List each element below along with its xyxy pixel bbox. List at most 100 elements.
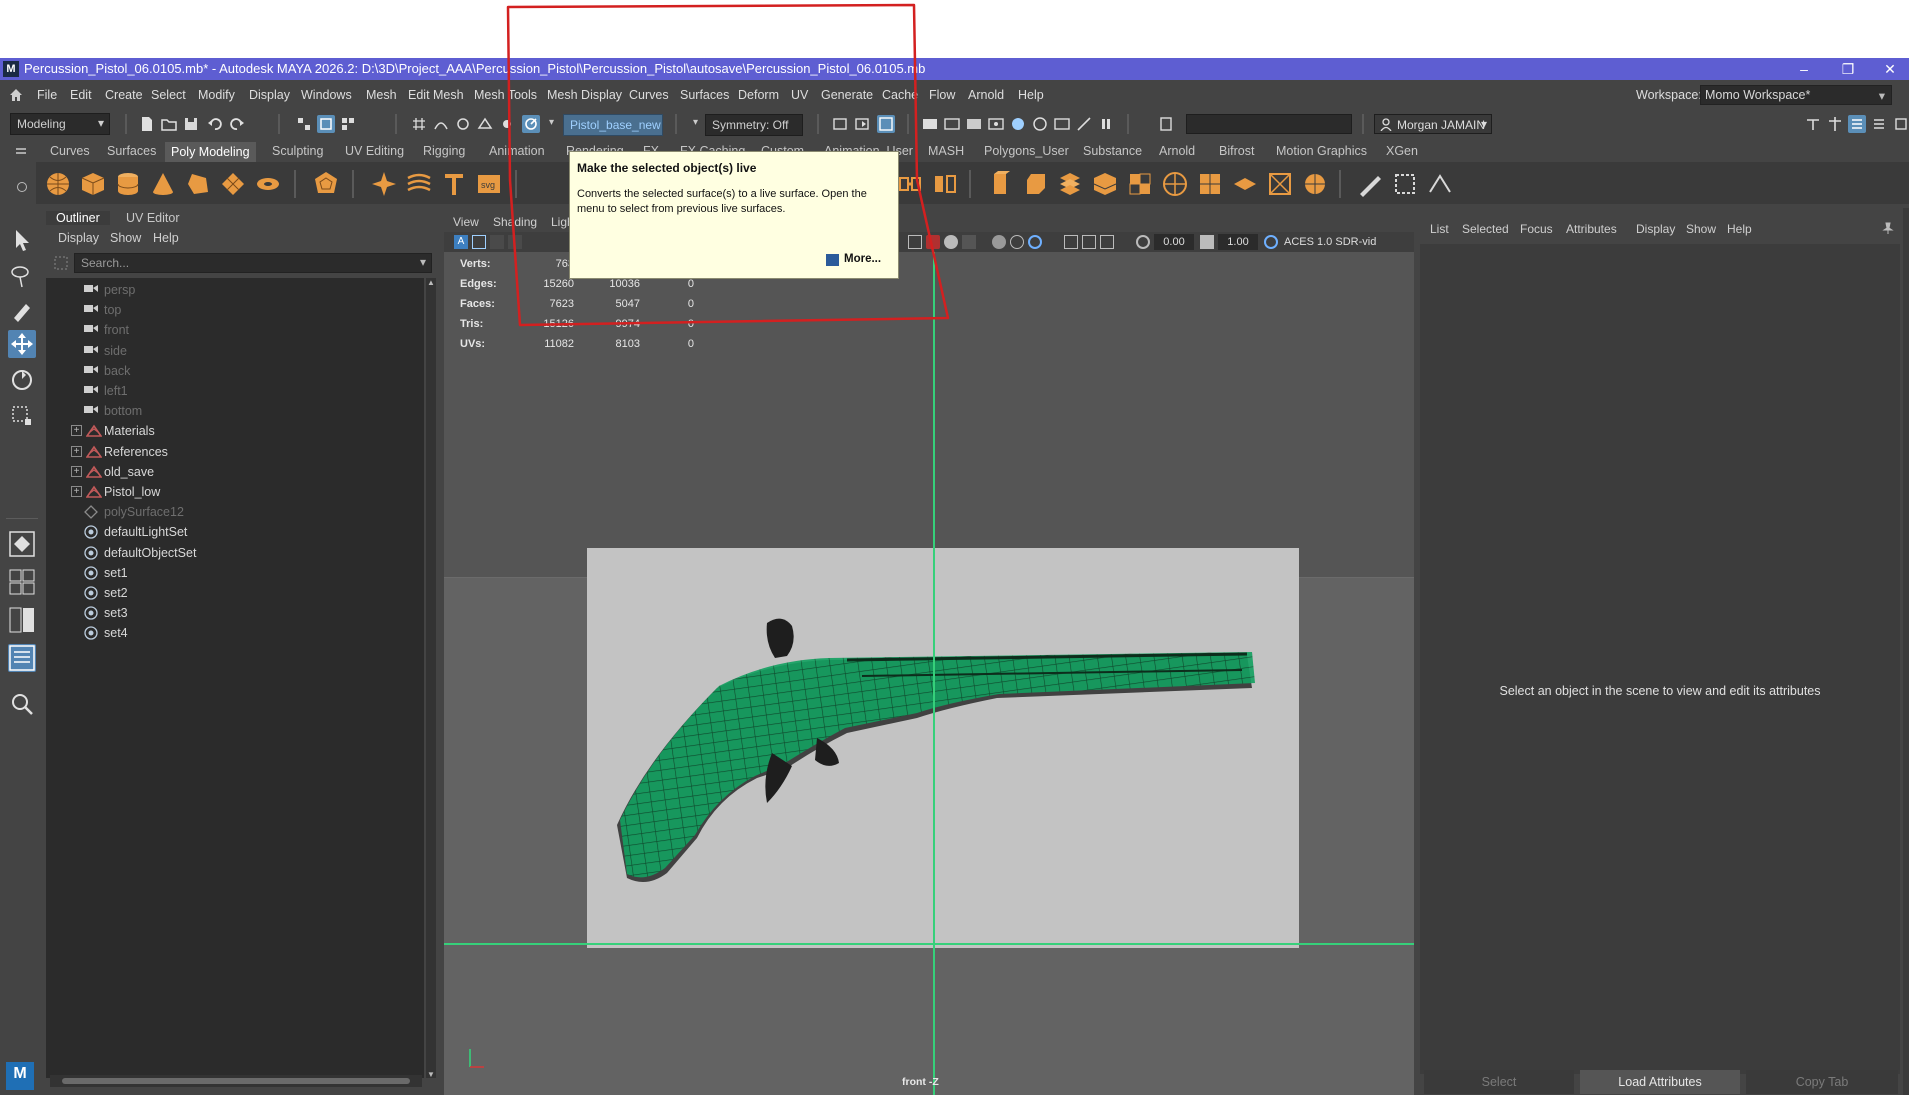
menu-modify[interactable]: Modify — [198, 88, 235, 102]
render-sequence-icon[interactable] — [1053, 115, 1071, 133]
multi-cut-icon[interactable] — [1056, 170, 1084, 198]
new-scene-icon[interactable] — [138, 115, 156, 133]
menu-select[interactable]: Select — [151, 88, 186, 102]
open-scene-icon[interactable] — [160, 115, 178, 133]
append-polygon-icon[interactable] — [1231, 170, 1259, 198]
extrude-icon[interactable] — [986, 170, 1014, 198]
tool-settings-toggle-icon[interactable] — [1892, 115, 1909, 133]
gamma-field[interactable]: 1.00 — [1218, 234, 1258, 250]
tab-outliner[interactable]: Outliner — [46, 211, 110, 225]
tooltip-more-link[interactable]: More... — [844, 253, 881, 265]
scale-tool-icon[interactable] — [8, 402, 36, 430]
search-icon[interactable] — [8, 690, 36, 718]
shelf-tab-animation[interactable]: Animation — [489, 144, 545, 158]
shelf-tab-uv-editing[interactable]: UV Editing — [345, 144, 404, 158]
lasso-tool-icon[interactable] — [8, 262, 36, 290]
scroll-up-icon[interactable]: ▲ — [427, 278, 435, 287]
make-live-icon[interactable] — [522, 115, 540, 133]
user-account-button[interactable]: Morgan JAMAIN ▾ — [1374, 114, 1492, 134]
ambient-occlusion-icon[interactable] — [992, 235, 1006, 249]
outliner-menu-help[interactable]: Help — [153, 231, 179, 245]
attr-menu-attributes[interactable]: Attributes — [1566, 222, 1617, 236]
poke-face-icon[interactable] — [1266, 170, 1294, 198]
bookmark-icon[interactable] — [490, 235, 504, 249]
platonic-solid-icon[interactable] — [312, 170, 340, 198]
attribute-editor-toggle-icon[interactable] — [1848, 115, 1866, 133]
attr-menu-selected[interactable]: Selected — [1462, 222, 1509, 236]
gamma-icon[interactable] — [1200, 235, 1214, 249]
outliner-item[interactable]: left1 — [46, 381, 416, 401]
menu-display[interactable]: Display — [249, 88, 290, 102]
menu-uv[interactable]: UV — [791, 88, 808, 102]
live-object-field[interactable]: Pistol_base_new — [563, 114, 663, 136]
outliner-menu-display[interactable]: Display — [58, 231, 99, 245]
outliner-item[interactable]: defaultObjectSet — [46, 543, 416, 563]
mirror-icon[interactable] — [931, 170, 959, 198]
menu-edit-mesh[interactable]: Edit Mesh — [408, 88, 464, 102]
snap-surface-icon[interactable] — [498, 115, 516, 133]
attr-menu-list[interactable]: List — [1430, 222, 1449, 236]
shelf-tab-curves[interactable]: Curves — [50, 144, 90, 158]
panel-toggle-icon[interactable] — [1157, 115, 1175, 133]
snap-view-plane-icon[interactable] — [476, 115, 494, 133]
shelf-tab-arnold[interactable]: Arnold — [1159, 144, 1195, 158]
offset-edge-loop-icon[interactable] — [1091, 170, 1119, 198]
outliner-item[interactable]: top — [46, 300, 416, 320]
bevel-icon[interactable] — [1021, 170, 1049, 198]
outliner-item[interactable]: defaultLightSet — [46, 522, 416, 542]
outliner-vertical-scrollbar[interactable]: ▲ ▼ — [426, 278, 436, 1079]
outliner-item[interactable]: polySurface12 — [46, 502, 416, 522]
scrollbar-thumb[interactable] — [62, 1078, 410, 1084]
isolate-select-icon[interactable] — [1028, 235, 1042, 249]
menu-surfaces[interactable]: Surfaces — [680, 88, 729, 102]
outliner-item[interactable]: + Materials — [46, 421, 416, 441]
pin-icon[interactable] — [1882, 222, 1894, 234]
channel-box-toggle-icon[interactable] — [1870, 115, 1888, 133]
camera-attributes-icon[interactable]: A — [454, 235, 468, 249]
poly-cone-icon[interactable] — [149, 170, 177, 198]
outliner-item[interactable]: set3 — [46, 603, 416, 623]
menu-mesh-tools[interactable]: Mesh Tools — [474, 88, 537, 102]
poly-cube-icon[interactable] — [79, 170, 107, 198]
snap-point-icon[interactable] — [454, 115, 472, 133]
input-ops-icon[interactable] — [831, 115, 849, 133]
fill-hole-icon[interactable] — [1196, 170, 1224, 198]
shelf-tab-poly-modeling[interactable]: Poly Modeling — [165, 142, 256, 162]
menu-curves[interactable]: Curves — [629, 88, 669, 102]
shelf-tab-sculpting[interactable]: Sculpting — [272, 144, 323, 158]
close-button[interactable]: ✕ — [1870, 59, 1909, 79]
select-component-icon[interactable] — [339, 115, 357, 133]
select-object-icon[interactable] — [317, 115, 335, 133]
gate-mask-icon[interactable] — [1082, 235, 1096, 249]
select-button[interactable]: Select — [1424, 1070, 1574, 1094]
side-tab-strip[interactable] — [1903, 208, 1909, 1095]
shelf-tab-motion-graphics[interactable]: Motion Graphics — [1276, 144, 1367, 158]
expand-icon[interactable]: + — [71, 445, 82, 457]
super-shape-icon[interactable] — [370, 170, 398, 198]
snap-grid-icon[interactable] — [410, 115, 428, 133]
expand-icon[interactable]: + — [71, 465, 82, 477]
color-space-label[interactable]: ACES 1.0 SDR-vid — [1284, 236, 1376, 248]
tab-uv-editor[interactable]: UV Editor — [126, 211, 180, 225]
outliner-horizontal-scrollbar[interactable] — [50, 1075, 422, 1087]
hypershade-icon[interactable] — [1009, 115, 1027, 133]
render-settings-icon[interactable] — [987, 115, 1005, 133]
image-plane-icon[interactable] — [472, 235, 486, 249]
outliner-item[interactable]: side — [46, 341, 416, 361]
menu-windows[interactable]: Windows — [301, 88, 352, 102]
menu-arnold[interactable]: Arnold — [968, 88, 1004, 102]
color-management-icon[interactable] — [1264, 235, 1278, 249]
outliner-item[interactable]: + References — [46, 442, 416, 462]
outliner-item[interactable]: bottom — [46, 401, 416, 421]
outliner-item[interactable]: set2 — [46, 583, 416, 603]
outliner-layout-icon[interactable] — [8, 644, 36, 672]
poly-torus-icon[interactable] — [184, 170, 212, 198]
menuset-dropdown[interactable]: Modeling ▾ — [10, 113, 110, 135]
poly-cylinder-icon[interactable] — [114, 170, 142, 198]
paint-select-tool-icon[interactable] — [8, 296, 36, 324]
four-view-layout-icon[interactable] — [8, 568, 36, 596]
shelf-tab-rigging[interactable]: Rigging — [423, 144, 465, 158]
outliner-search-input[interactable]: Search... ▾ — [74, 253, 432, 273]
ipr-render-icon[interactable] — [965, 115, 983, 133]
expand-icon[interactable]: + — [71, 486, 82, 497]
